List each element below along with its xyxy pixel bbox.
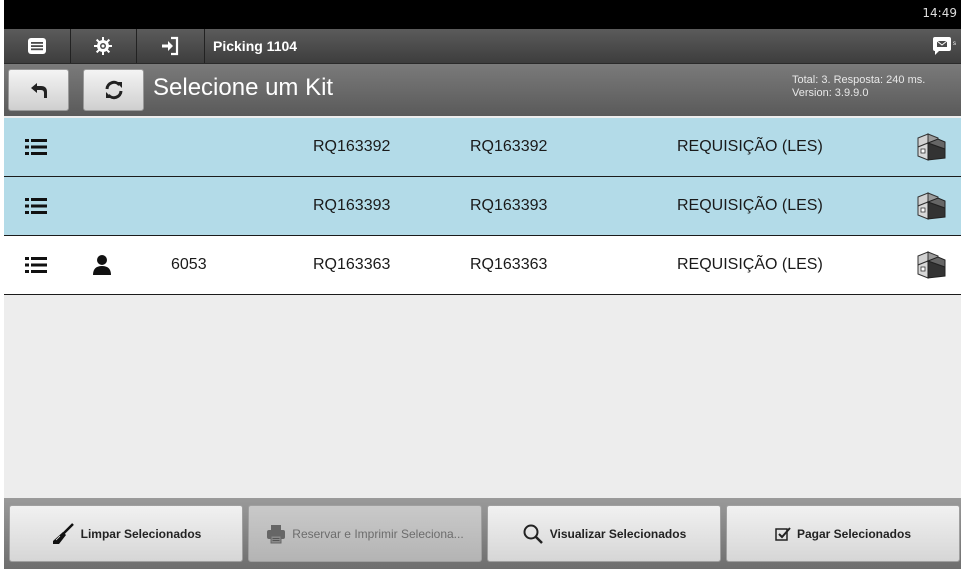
refresh-button[interactable] — [83, 69, 144, 111]
pay-selected-label: Pagar Selecionados — [796, 526, 912, 541]
reserve-print-button[interactable]: Reservar e Imprimir Seleciona... — [248, 505, 482, 562]
checkbox-icon — [775, 526, 791, 541]
printer-icon — [267, 524, 286, 543]
undo-icon — [30, 83, 47, 98]
app-title: Picking 1104 — [204, 29, 297, 63]
row-type: REQUISIÇÃO (LES) — [677, 197, 823, 214]
row-number: 6053 — [171, 256, 207, 273]
envelope-icon — [933, 37, 951, 55]
toolbar: Picking 1104 s — [4, 29, 961, 64]
version-label: Version: 3.9.9.0 — [792, 87, 869, 99]
messages-button[interactable] — [929, 34, 955, 58]
status-time: 14:49 — [922, 6, 957, 20]
list-icon-button[interactable] — [18, 177, 54, 235]
person-icon — [93, 255, 111, 275]
list-empty-area — [4, 295, 961, 498]
menu-icon — [28, 38, 46, 54]
list-icon — [25, 139, 47, 155]
search-icon — [523, 524, 543, 544]
boxes-icon-wrap — [912, 118, 948, 176]
boxes-icon-wrap — [912, 236, 948, 294]
row-code: RQ163363 — [313, 256, 391, 273]
reserve-print-label: Reservar e Imprimir Seleciona... — [292, 526, 464, 541]
view-selected-button[interactable]: Visualizar Selecionados — [487, 505, 721, 562]
response-info: Total: 3. Resposta: 240 ms. Version: 3.9… — [792, 74, 925, 100]
clear-selected-label: Limpar Selecionados — [80, 526, 202, 541]
page-header: Selecione um Kit Total: 3. Resposta: 240… — [4, 64, 961, 116]
user-icon-wrap — [88, 236, 116, 294]
response-stats: Total: 3. Resposta: 240 ms. — [792, 74, 926, 86]
row-code: RQ163392 — [313, 138, 391, 155]
pay-selected-button[interactable]: Pagar Selecionados — [726, 505, 960, 562]
back-button[interactable] — [8, 69, 69, 111]
row-code: RQ163393 — [313, 197, 391, 214]
kit-row[interactable]: RQ163393 RQ163393 REQUISIÇÃO (LES) — [4, 177, 961, 236]
app-frame: 14:49 Picking 1104 s Selecione um Kit To… — [4, 0, 961, 569]
row-type: REQUISIÇÃO (LES) — [677, 138, 823, 155]
broom-icon — [52, 522, 74, 544]
settings-button[interactable] — [70, 29, 137, 63]
boxes-icon-wrap — [912, 177, 948, 235]
list-icon-button[interactable] — [18, 236, 54, 294]
boxes-icon — [917, 133, 946, 161]
messages-badge: s — [953, 41, 956, 47]
page-title: Selecione um Kit — [153, 74, 334, 101]
list-icon — [25, 198, 47, 214]
logout-button[interactable] — [136, 29, 204, 63]
view-selected-label: Visualizar Selecionados — [549, 526, 687, 541]
footer-bar: Limpar Selecionados Reservar e Imprimir … — [4, 498, 961, 569]
refresh-icon — [105, 80, 122, 100]
gear-icon — [94, 37, 112, 55]
boxes-icon — [917, 192, 946, 220]
sign-in-icon — [162, 36, 179, 56]
row-code-secondary: RQ163393 — [470, 197, 548, 214]
status-bar: 14:49 — [4, 0, 961, 29]
row-code-secondary: RQ163363 — [470, 256, 548, 273]
menu-button[interactable] — [4, 29, 71, 63]
clear-selected-button[interactable]: Limpar Selecionados — [9, 505, 243, 562]
boxes-icon — [917, 251, 946, 279]
kit-row[interactable]: 6053 RQ163363 RQ163363 REQUISIÇÃO (LES) — [4, 236, 961, 295]
row-code-secondary: RQ163392 — [470, 138, 548, 155]
list-icon — [25, 257, 47, 273]
row-type: REQUISIÇÃO (LES) — [677, 256, 823, 273]
list-icon-button[interactable] — [18, 118, 54, 176]
kit-row[interactable]: RQ163392 RQ163392 REQUISIÇÃO (LES) — [4, 118, 961, 177]
